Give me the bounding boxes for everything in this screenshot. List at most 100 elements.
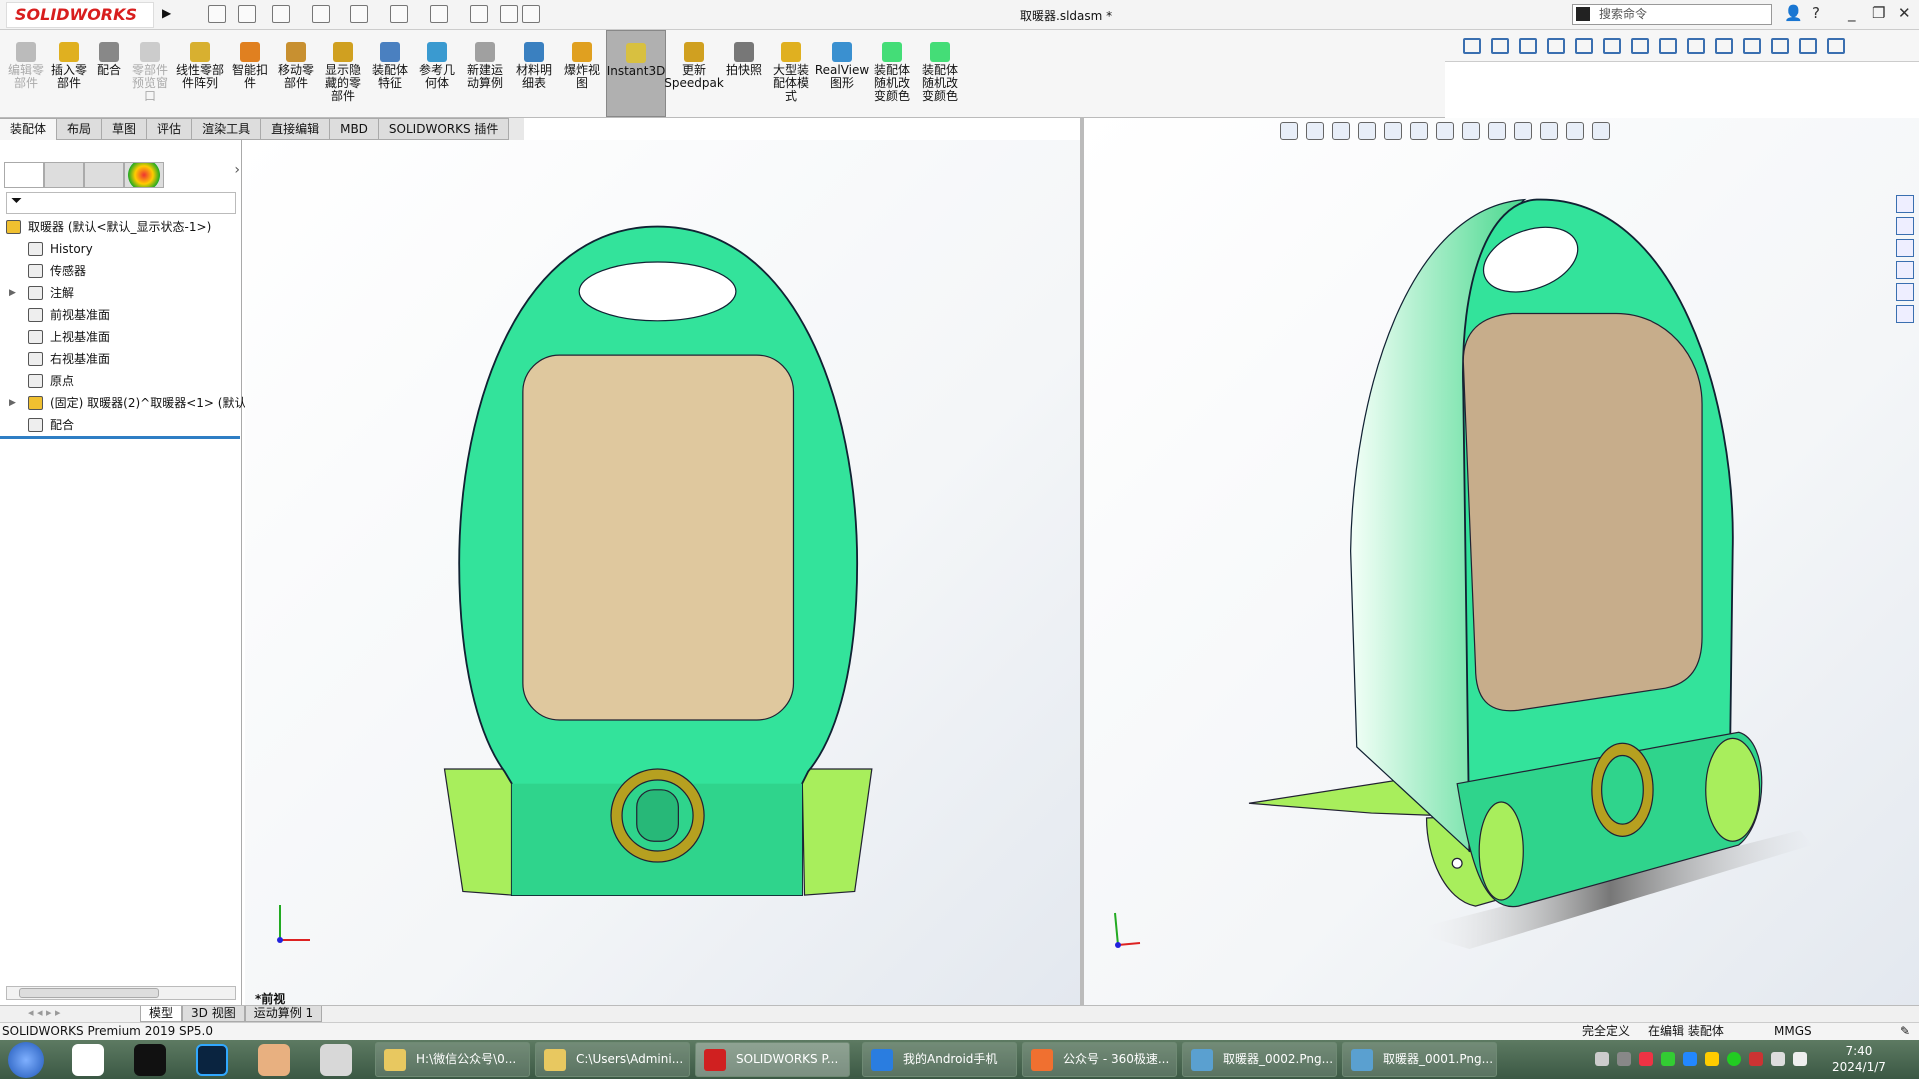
edit-appearance-icon[interactable] — [1514, 122, 1532, 140]
line-icon[interactable] — [1743, 38, 1761, 54]
ribbon-button-7[interactable]: 显示隐 藏的零 部件 — [320, 30, 366, 117]
property-manager-tab[interactable] — [44, 162, 84, 188]
home-icon[interactable] — [208, 5, 226, 23]
plane-icon[interactable] — [1659, 38, 1677, 54]
show-hidden-icon[interactable] — [1617, 1052, 1631, 1066]
viewport-isometric[interactable] — [1084, 118, 1919, 1005]
ribbon-button-14[interactable]: 更新 Speedpak — [664, 30, 724, 117]
filter-icon[interactable] — [1519, 38, 1537, 54]
axis-icon[interactable] — [1631, 38, 1649, 54]
bottom-tab-1[interactable]: 3D 视图 — [182, 1006, 245, 1022]
ribbon-button-8[interactable]: 装配体 特征 — [366, 30, 414, 117]
filter-icon[interactable] — [1463, 38, 1481, 54]
start-button[interactable] — [8, 1042, 44, 1078]
point-icon[interactable] — [1799, 38, 1817, 54]
tree-item[interactable]: 取暖器 (默认<默认_显示状态-1>) — [0, 216, 242, 238]
zoom-icon[interactable] — [1332, 122, 1350, 140]
photoshop-icon[interactable] — [196, 1044, 228, 1076]
tab-navigation-arrows[interactable]: ◂ ◂ ▸ ▸ — [28, 1006, 61, 1019]
box-icon[interactable] — [1715, 38, 1733, 54]
ribbon-button-18[interactable]: 装配体 随机改 变颜色 — [868, 30, 916, 117]
select-icon[interactable] — [1575, 38, 1593, 54]
horizontal-scrollbar[interactable] — [6, 986, 236, 1000]
network-icon[interactable] — [1793, 1052, 1807, 1066]
taskbar-item[interactable]: C:\Users\Admini... — [535, 1042, 690, 1077]
taskbar-item[interactable]: H:\微信公众号\0... — [375, 1042, 530, 1077]
ribbon-button-12[interactable]: 爆炸视 图 — [558, 30, 606, 117]
view-settings-icon[interactable] — [1566, 122, 1584, 140]
new-file-icon[interactable] — [238, 5, 256, 23]
tree-item[interactable]: 传感器 — [0, 260, 242, 282]
chevron-right-icon[interactable]: › — [234, 162, 240, 190]
expand-arrow-icon[interactable]: ▶ — [9, 282, 16, 304]
rebuild-icon[interactable] — [470, 5, 488, 23]
tab-2[interactable]: 草图 — [102, 118, 148, 140]
ribbon-button-4[interactable]: 线性零部 件阵列 — [172, 30, 228, 117]
tree-item[interactable]: 配合 — [0, 414, 242, 436]
save-icon[interactable] — [312, 5, 330, 23]
menu-expand-icon[interactable]: ▶ — [162, 6, 171, 20]
minimize-icon[interactable]: _ — [1848, 4, 1856, 22]
tree-item[interactable]: 右视基准面 — [0, 348, 242, 370]
bottom-tab-2[interactable]: 运动算例 1 — [244, 1006, 323, 1022]
select-icon[interactable] — [430, 5, 448, 23]
tab-1[interactable]: 布局 — [57, 118, 103, 140]
zoom-to-fit-icon[interactable] — [1280, 122, 1298, 140]
monitor-icon[interactable] — [1592, 122, 1610, 140]
ribbon-button-15[interactable]: 拍快照 — [722, 30, 766, 117]
ribbon-button-11[interactable]: 材料明 细表 — [510, 30, 558, 117]
tab-3[interactable]: 评估 — [147, 118, 193, 140]
tab-0[interactable]: 装配体 — [0, 118, 58, 140]
home-icon[interactable] — [1896, 195, 1914, 213]
point-icon[interactable] — [1603, 38, 1621, 54]
snipping-tool-icon[interactable] — [320, 1044, 352, 1076]
section-view-icon[interactable] — [1384, 122, 1402, 140]
status-circle-icon[interactable] — [1727, 1052, 1741, 1066]
view-palette-icon[interactable] — [1896, 261, 1914, 279]
ribbon-button-9[interactable]: 参考几 何体 — [414, 30, 460, 117]
tree-item[interactable]: ▶ 注解 — [0, 282, 242, 304]
undo-icon[interactable] — [390, 5, 408, 23]
customize-icon[interactable]: ✎ — [1900, 1023, 1910, 1040]
keyboard-icon[interactable] — [1595, 1052, 1609, 1066]
taskbar-item[interactable]: 公众号 - 360极速... — [1022, 1042, 1177, 1077]
ribbon-button-1[interactable]: 插入零 部件 — [48, 30, 90, 117]
tab-6[interactable]: MBD — [330, 118, 379, 140]
expand-arrow-icon[interactable]: ▶ — [9, 392, 16, 414]
resources-icon[interactable] — [1896, 217, 1914, 235]
ribbon-button-2[interactable]: 配合 — [90, 30, 128, 117]
qq-icon[interactable] — [1705, 1052, 1719, 1066]
feature-manager-tab[interactable] — [4, 162, 44, 188]
ribbon-button-16[interactable]: 大型装 配体模 式 — [766, 30, 816, 117]
viewport-front[interactable] — [245, 140, 1080, 1005]
tree-item[interactable]: History — [0, 238, 242, 260]
dynamic-annotation-icon[interactable] — [1410, 122, 1428, 140]
taskbar-item[interactable]: 取暖器_0002.Png... — [1182, 1042, 1337, 1077]
filter-icon[interactable]: ⏷ — [7, 193, 22, 209]
file-properties-icon[interactable] — [500, 5, 518, 23]
solidworks-logo[interactable]: SOLIDWORKS — [6, 2, 154, 28]
hide-show-icon[interactable] — [1488, 122, 1506, 140]
view-orientation-icon[interactable] — [1436, 122, 1454, 140]
ribbon-button-5[interactable]: 智能扣 件 — [228, 30, 272, 117]
frame-icon[interactable] — [1827, 38, 1845, 54]
print-icon[interactable] — [350, 5, 368, 23]
configuration-manager-tab[interactable] — [84, 162, 124, 188]
units-selector[interactable]: MMGS — [1774, 1023, 1812, 1040]
custom-properties-icon[interactable] — [1896, 305, 1914, 323]
file-explorer-icon[interactable] — [1896, 239, 1914, 257]
close-icon[interactable]: ✕ — [1898, 4, 1911, 22]
ribbon-button-10[interactable]: 新建运 动算例 — [460, 30, 510, 117]
ribbon-button-6[interactable]: 移动零 部件 — [272, 30, 320, 117]
display-style-icon[interactable] — [1462, 122, 1480, 140]
bottom-tab-0[interactable]: 模型 — [140, 1006, 183, 1022]
ribbon-button-17[interactable]: RealView 图形 — [815, 30, 869, 117]
wechat-icon[interactable] — [1661, 1052, 1675, 1066]
app-tray-icon[interactable] — [1639, 1052, 1653, 1066]
ribbon-button-13[interactable]: Instant3D — [606, 30, 666, 117]
input-method-icon[interactable] — [1749, 1052, 1763, 1066]
taskbar-item[interactable]: 我的Android手机 — [862, 1042, 1017, 1077]
tree-item[interactable]: ▶ (固定) 取暖器(2)^取暖器<1> (默认 — [0, 392, 246, 414]
appearances-icon[interactable] — [1896, 283, 1914, 301]
select-icon[interactable] — [1547, 38, 1565, 54]
